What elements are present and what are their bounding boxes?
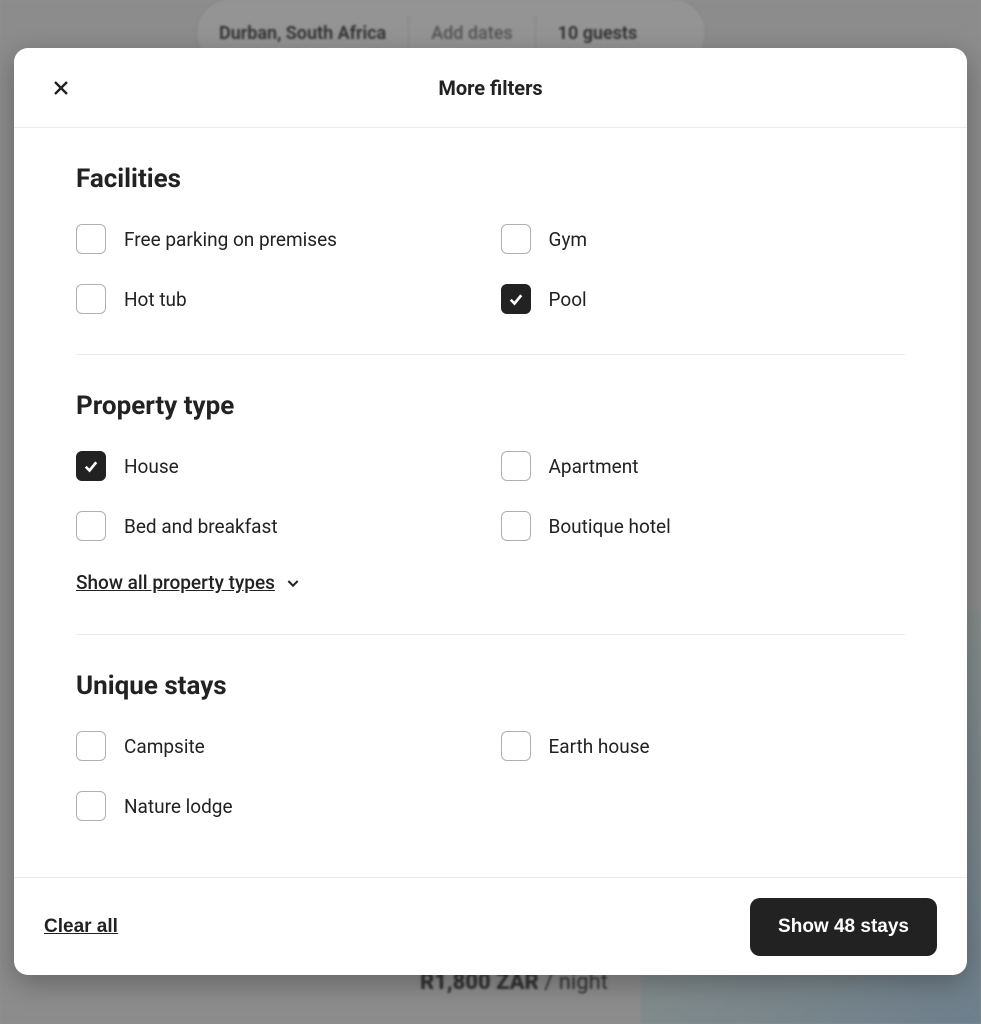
section-property-type: Property type House Apartment Bed and br… [76, 355, 905, 635]
checkbox[interactable] [501, 224, 531, 254]
checkbox[interactable] [501, 731, 531, 761]
option-apartment[interactable]: Apartment [501, 451, 906, 481]
option-free-parking[interactable]: Free parking on premises [76, 224, 481, 254]
checkbox[interactable] [501, 511, 531, 541]
option-hot-tub[interactable]: Hot tub [76, 284, 481, 314]
option-label: Earth house [549, 735, 650, 758]
option-gym[interactable]: Gym [501, 224, 906, 254]
option-label: Bed and breakfast [124, 515, 278, 538]
clear-all-button[interactable]: Clear all [44, 916, 118, 938]
section-facilities: Facilities Free parking on premises Gym … [76, 128, 905, 355]
option-label: Nature lodge [124, 795, 233, 818]
option-pool[interactable]: Pool [501, 284, 906, 314]
modal-header: More filters [14, 48, 967, 128]
checkbox[interactable] [501, 451, 531, 481]
option-boutique-hotel[interactable]: Boutique hotel [501, 511, 906, 541]
option-label: Apartment [549, 455, 639, 478]
modal-footer: Clear all Show 48 stays [14, 877, 967, 975]
checkbox[interactable] [76, 224, 106, 254]
close-button[interactable] [44, 71, 78, 105]
close-icon [52, 79, 70, 97]
option-label: Campsite [124, 735, 205, 758]
option-label: Hot tub [124, 288, 187, 311]
show-stays-button[interactable]: Show 48 stays [750, 898, 937, 956]
option-label: House [124, 455, 179, 478]
section-title-facilities: Facilities [76, 164, 905, 194]
more-filters-modal: More filters Facilities Free parking on … [14, 48, 967, 975]
option-campsite[interactable]: Campsite [76, 731, 481, 761]
checkbox[interactable] [76, 731, 106, 761]
checkbox[interactable] [76, 451, 106, 481]
option-nature-lodge[interactable]: Nature lodge [76, 791, 481, 821]
show-all-property-types[interactable]: Show all property types [76, 571, 301, 594]
option-label: Gym [549, 228, 588, 251]
checkbox[interactable] [501, 284, 531, 314]
option-label: Boutique hotel [549, 515, 671, 538]
option-earth-house[interactable]: Earth house [501, 731, 906, 761]
option-bed-and-breakfast[interactable]: Bed and breakfast [76, 511, 481, 541]
checkbox[interactable] [76, 791, 106, 821]
modal-title: More filters [438, 76, 542, 100]
option-house[interactable]: House [76, 451, 481, 481]
section-title-unique-stays: Unique stays [76, 671, 905, 701]
modal-body: Facilities Free parking on premises Gym … [14, 128, 967, 877]
option-label: Pool [549, 288, 587, 311]
option-label: Free parking on premises [124, 228, 337, 251]
checkbox[interactable] [76, 284, 106, 314]
section-unique-stays: Unique stays Campsite Earth house Nature… [76, 635, 905, 861]
checkbox[interactable] [76, 511, 106, 541]
chevron-down-icon [285, 575, 301, 591]
show-all-label: Show all property types [76, 571, 275, 594]
section-title-property-type: Property type [76, 391, 905, 421]
